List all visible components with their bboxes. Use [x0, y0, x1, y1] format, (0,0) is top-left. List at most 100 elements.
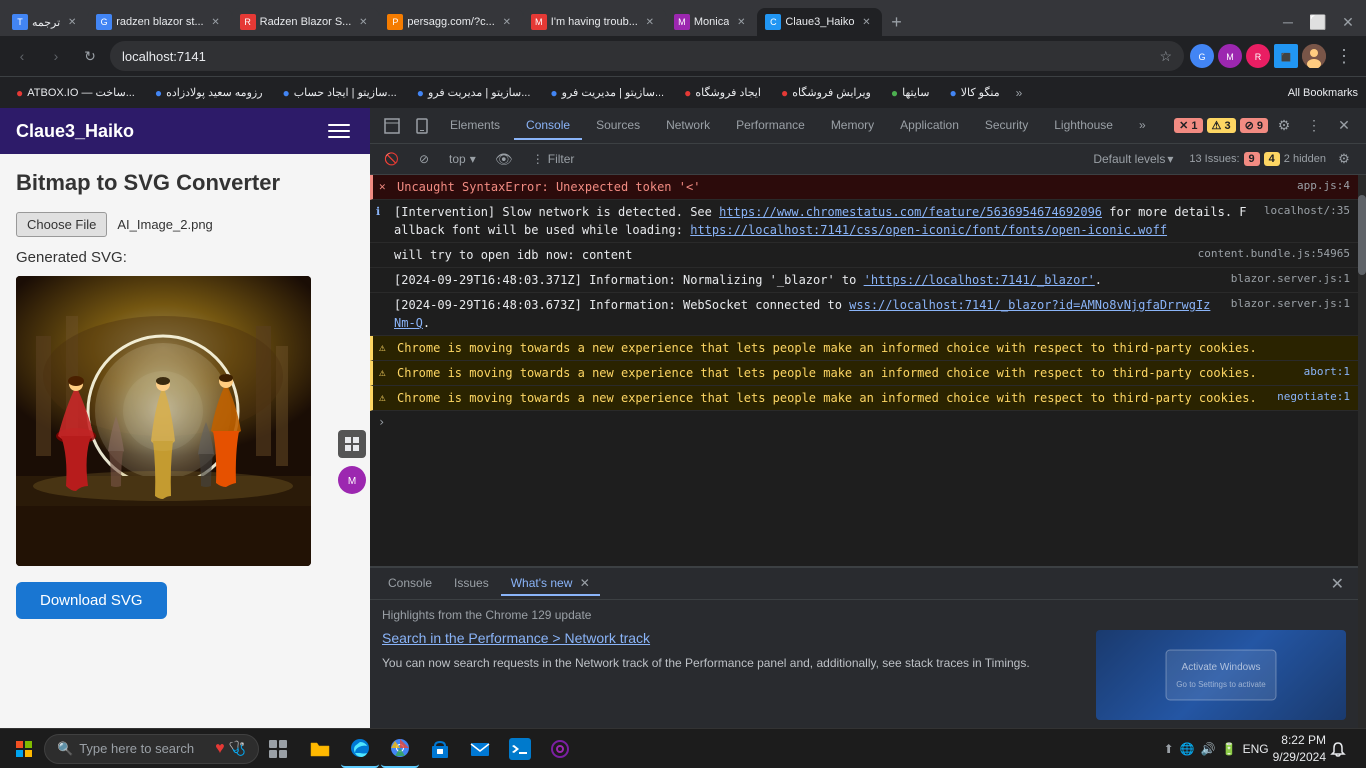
- top-selector[interactable]: top ▾: [443, 150, 482, 168]
- close-button[interactable]: ✕: [1334, 8, 1362, 36]
- taskbar-mail[interactable]: [461, 730, 499, 768]
- devtools-tab-lighthouse[interactable]: Lighthouse: [1042, 112, 1125, 140]
- bookmark-edit-store[interactable]: ● ویرایش فروشگاه: [773, 82, 879, 104]
- whats-new-close[interactable]: ✕: [580, 576, 590, 590]
- new-tab-button[interactable]: +: [882, 8, 910, 36]
- bookmark-mongo[interactable]: ● منگو کالا: [942, 82, 1008, 104]
- tab-2[interactable]: G radzen blazor st... ✕: [88, 8, 231, 36]
- console-clear-button[interactable]: 🚫: [378, 150, 405, 168]
- tab-4[interactable]: P persagg.com/?c... ✕: [379, 8, 522, 36]
- bookmark-sazito3[interactable]: ● سازیتو | مدیریت فرو...: [542, 82, 672, 104]
- taskbar-store[interactable]: [421, 730, 459, 768]
- bookmark-sazito1[interactable]: ● سازیتو | ایجاد حساب...: [275, 82, 405, 104]
- bookmark-sazito2[interactable]: ● سازیتو | مدیریت فرو...: [409, 82, 539, 104]
- volume-icon[interactable]: 🔊: [1201, 742, 1216, 756]
- start-button[interactable]: [4, 730, 44, 768]
- maximize-button[interactable]: ⬜: [1304, 8, 1332, 36]
- intervention-link-1[interactable]: https://www.chromestatus.com/feature/563…: [719, 205, 1102, 219]
- monica-icon[interactable]: M: [338, 466, 366, 494]
- download-svg-button[interactable]: Download SVG: [16, 582, 167, 619]
- console-location-8[interactable]: negotiate:1: [1269, 389, 1350, 406]
- ext-icon-1[interactable]: G: [1190, 44, 1214, 68]
- default-levels-btn[interactable]: Default levels ▾: [1093, 152, 1173, 166]
- devtools-tab-memory[interactable]: Memory: [819, 112, 886, 140]
- choose-file-button[interactable]: Choose File: [16, 212, 107, 237]
- devtools-bottom-tab-console[interactable]: Console: [378, 572, 442, 596]
- tab-close-3[interactable]: ✕: [355, 14, 371, 30]
- devtools-scrollbar[interactable]: [1358, 175, 1366, 728]
- console-location-1[interactable]: app.js:4: [1289, 178, 1350, 195]
- blazor-link-2[interactable]: wss://localhost:7141/_blazor?id=AMNo8vNj…: [394, 298, 1210, 330]
- notification-center[interactable]: [1330, 730, 1354, 768]
- network-icon[interactable]: 🌐: [1180, 742, 1195, 756]
- devtools-device-icon[interactable]: [408, 112, 436, 140]
- battery-icon[interactable]: 🔋: [1222, 742, 1237, 756]
- console-filter-toggle[interactable]: ⊘: [413, 150, 435, 168]
- tab-close-4[interactable]: ✕: [499, 14, 515, 30]
- tab-3[interactable]: R Radzen Blazor S... ✕: [232, 8, 380, 36]
- issues-settings-icon[interactable]: ⚙: [1330, 145, 1358, 173]
- profile-avatar[interactable]: [1302, 44, 1326, 68]
- devtools-tab-application[interactable]: Application: [888, 112, 971, 140]
- bookmark-create-store[interactable]: ● ایجاد فروشگاه: [676, 82, 769, 104]
- taskbar-settings[interactable]: [541, 730, 579, 768]
- back-button[interactable]: ‹: [8, 42, 36, 70]
- tab-6[interactable]: M Monica ✕: [666, 8, 757, 36]
- bottom-panel-close[interactable]: ✕: [1325, 572, 1350, 596]
- refresh-button[interactable]: ↻: [76, 42, 104, 70]
- system-clock[interactable]: 8:22 PM 9/29/2024: [1273, 732, 1326, 766]
- console-filter-btn[interactable]: ⋮ Filter: [526, 150, 581, 168]
- bookmark-sites[interactable]: ● سایتها: [883, 82, 938, 104]
- devtools-tab-security[interactable]: Security: [973, 112, 1040, 140]
- console-location-2[interactable]: localhost/:35: [1256, 203, 1350, 220]
- taskbar-file-explorer[interactable]: [301, 730, 339, 768]
- devtools-close-icon[interactable]: ✕: [1330, 112, 1358, 140]
- minimize-button[interactable]: ─: [1274, 8, 1302, 36]
- devtools-tab-more[interactable]: »: [1127, 112, 1158, 140]
- ext-icon-4[interactable]: ⬛: [1274, 44, 1298, 68]
- console-eye-icon[interactable]: 👁: [490, 145, 518, 173]
- task-view-button[interactable]: [259, 730, 297, 768]
- forward-button[interactable]: ›: [42, 42, 70, 70]
- bookmark-atbox[interactable]: ● ATBOX.IO — ساخت...: [8, 82, 143, 104]
- url-bar[interactable]: localhost:7141 ☆: [110, 41, 1184, 71]
- ext-icon-3[interactable]: R: [1246, 44, 1270, 68]
- devtools-tab-network[interactable]: Network: [654, 112, 722, 140]
- devtools-settings-icon[interactable]: ⚙: [1270, 112, 1298, 140]
- tab-close-6[interactable]: ✕: [733, 14, 749, 30]
- taskbar-search[interactable]: 🔍 Type here to search ♥ 🩺: [44, 734, 259, 764]
- nav-toggle-button[interactable]: [324, 120, 354, 142]
- devtools-tab-sources[interactable]: Sources: [584, 112, 652, 140]
- taskbar-chrome[interactable]: [381, 730, 419, 768]
- tab-close-1[interactable]: ✕: [64, 14, 80, 30]
- bookmark-resume[interactable]: ● رزومه سعید پولادزاده: [147, 82, 271, 104]
- search-health-icon[interactable]: 🩺: [229, 740, 246, 757]
- devtools-inspect-icon[interactable]: [378, 112, 406, 140]
- all-bookmarks[interactable]: All Bookmarks: [1288, 87, 1358, 99]
- bookmarks-more-button[interactable]: »: [1012, 82, 1027, 104]
- taskbar-edge[interactable]: [341, 730, 379, 768]
- tab-1[interactable]: T ترجمه ✕: [4, 8, 88, 36]
- devtools-tab-console[interactable]: Console: [514, 112, 582, 140]
- devtools-tab-performance[interactable]: Performance: [724, 112, 817, 140]
- tab-close-7[interactable]: ✕: [858, 14, 874, 30]
- tab-5[interactable]: M I'm having troub... ✕: [523, 8, 666, 36]
- tab-close-2[interactable]: ✕: [208, 14, 224, 30]
- tab-close-5[interactable]: ✕: [642, 14, 658, 30]
- intervention-link-2[interactable]: https://localhost:7141/css/open-iconic/f…: [690, 223, 1167, 237]
- blazor-link-1[interactable]: 'https://localhost:7141/_blazor': [864, 273, 1095, 287]
- chrome-menu-button[interactable]: ⋮: [1330, 42, 1358, 70]
- whats-new-link[interactable]: Search in the Performance > Network trac…: [382, 630, 1084, 646]
- show-desktop-icon[interactable]: ⬆: [1164, 742, 1174, 756]
- devtools-bottom-tab-issues[interactable]: Issues: [444, 572, 499, 596]
- devtools-options-icon[interactable]: ⋮: [1300, 112, 1328, 140]
- console-location-7[interactable]: abort:1: [1296, 364, 1350, 381]
- taskbar-vscode[interactable]: [501, 730, 539, 768]
- ext-icon-2[interactable]: M: [1218, 44, 1242, 68]
- devtools-bottom-tab-whats-new[interactable]: What's new ✕: [501, 572, 600, 596]
- bookmark-star[interactable]: ☆: [1159, 48, 1172, 65]
- search-heart-icon[interactable]: ♥: [215, 740, 225, 758]
- grid-icon[interactable]: [338, 430, 366, 458]
- devtools-scrollbar-thumb[interactable]: [1358, 195, 1366, 275]
- devtools-tab-elements[interactable]: Elements: [438, 112, 512, 140]
